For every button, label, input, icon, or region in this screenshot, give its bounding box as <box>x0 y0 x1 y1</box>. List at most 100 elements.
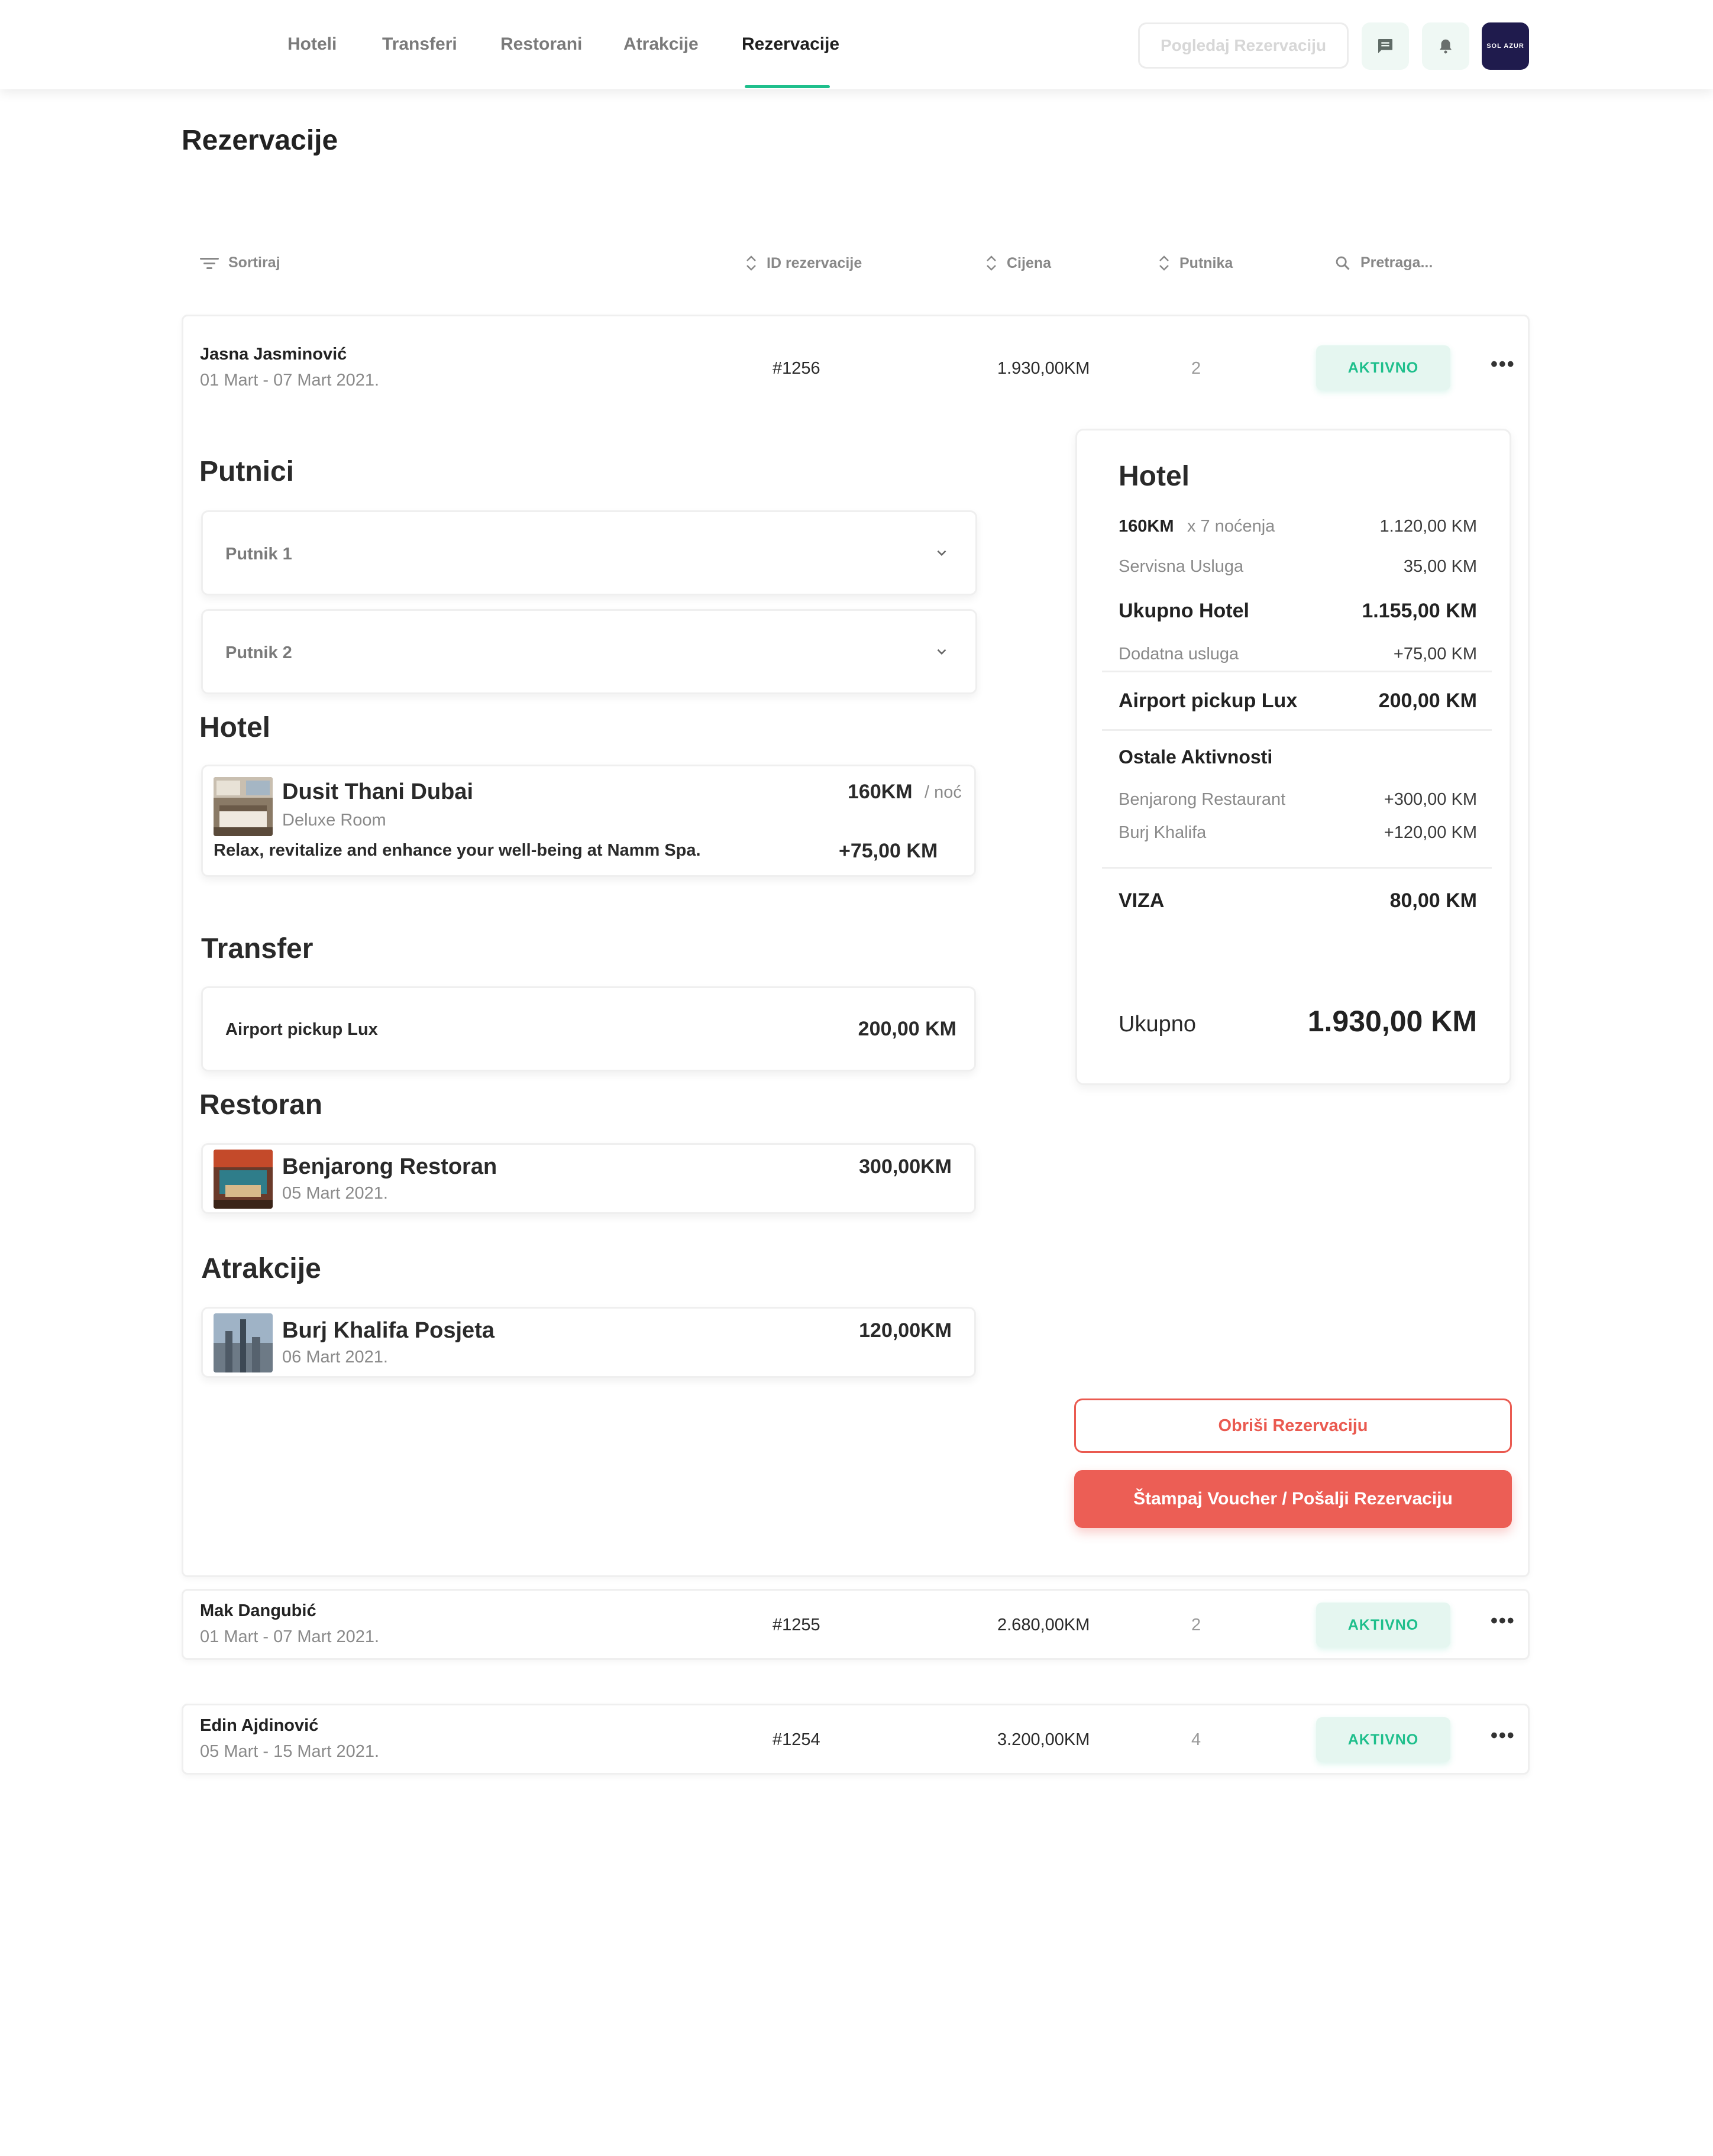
status-badge: AKTIVNO <box>1316 345 1450 390</box>
attractions-title: Atrakcije <box>201 1253 321 1284</box>
summary-title: Hotel <box>1119 461 1190 492</box>
reservation-price: 1.930,00KM <box>997 359 1090 378</box>
summary-rate-total: 1.120,00 KM <box>1379 517 1477 536</box>
nav-tab-restorani[interactable]: Restorani <box>500 34 582 54</box>
other-activity-label: Burj Khalifa <box>1119 823 1207 842</box>
restaurant-card[interactable]: Benjarong Restoran 05 Mart 2021. 300,00K… <box>201 1143 976 1214</box>
chat-icon <box>1378 39 1392 53</box>
summary-extra-row: Dodatna usluga +75,00 KM <box>1119 645 1477 664</box>
reservation-dates: 01 Mart - 07 Mart 2021. <box>200 371 380 390</box>
restaurant-title: Restoran <box>199 1089 323 1121</box>
search-placeholder: Pretraga... <box>1360 254 1433 271</box>
restaurant-date: 05 Mart 2021. <box>282 1184 388 1203</box>
room-type: Deluxe Room <box>282 811 386 830</box>
more-options-icon[interactable]: ••• <box>1491 1610 1515 1633</box>
price-summary-panel: Hotel 160KM x 7 noćenja 1.120,00 KM Serv… <box>1075 429 1511 1085</box>
attraction-price: 120,00KM <box>859 1319 952 1342</box>
status-badge: AKTIVNO <box>1316 1603 1450 1647</box>
hotel-extra-price: +75,00 KM <box>839 840 938 862</box>
chevron-down-icon <box>937 550 946 556</box>
passenger-accordion[interactable]: Putnik 2 <box>201 609 977 694</box>
summary-total-row: Ukupno 1.930,00 KM <box>1119 1004 1477 1038</box>
per-night-label: / noć <box>925 783 962 802</box>
hotel-total-value: 1.155,00 KM <box>1362 600 1477 622</box>
summary-other-row: Benjarong Restaurant +300,00 KM <box>1119 790 1477 810</box>
nav-tab-atrakcije[interactable]: Atrakcije <box>623 34 699 54</box>
hotel-name: Dusit Thani Dubai <box>282 779 473 804</box>
divider <box>1102 867 1492 869</box>
total-value: 1.930,00 KM <box>1307 1005 1477 1038</box>
more-options-icon[interactable]: ••• <box>1491 1724 1515 1747</box>
status-badge: AKTIVNO <box>1316 1717 1450 1762</box>
price-column-header[interactable]: Cijena <box>985 254 1051 272</box>
reservation-dates: 01 Mart - 07 Mart 2021. <box>200 1627 380 1646</box>
passenger-accordion[interactable]: Putnik 1 <box>201 510 977 595</box>
reservation-row[interactable]: Mak Dangubić 01 Mart - 07 Mart 2021. #12… <box>182 1589 1530 1660</box>
other-activity-label: Benjarong Restaurant <box>1119 790 1286 809</box>
reservation-price: 3.200,00KM <box>997 1730 1090 1749</box>
nav-tab-rezervacije[interactable]: Rezervacije <box>742 34 839 54</box>
print-voucher-button[interactable]: Štampaj Voucher / Pošalji Rezervaciju <box>1074 1470 1512 1528</box>
id-column-label: ID rezervacije <box>767 254 862 271</box>
divider <box>1102 729 1492 731</box>
summary-rate: 160KM <box>1119 517 1174 536</box>
guest-name: Edin Ajdinović <box>200 1716 319 1735</box>
summary-other-title-row: Ostale Aktivnosti <box>1119 746 1477 768</box>
reservation-id: #1254 <box>773 1730 820 1749</box>
view-reservation-button[interactable]: Pogledaj Rezervaciju <box>1138 22 1349 69</box>
hotel-extra-service: Relax, revitalize and enhance your well-… <box>214 841 701 860</box>
visa-value: 80,00 KM <box>1389 889 1477 912</box>
sort-arrows-icon <box>987 255 996 271</box>
nav-tab-transferi[interactable]: Transferi <box>382 34 457 54</box>
attraction-image <box>214 1313 273 1372</box>
summary-transfer-row: Airport pickup Lux 200,00 KM <box>1119 689 1477 713</box>
company-avatar[interactable]: SOL AZUR <box>1482 22 1529 70</box>
guests-column-label: Putnika <box>1179 254 1233 271</box>
reservation-row[interactable]: Edin Ajdinović 05 Mart - 15 Mart 2021. #… <box>182 1704 1530 1775</box>
sort-icon <box>200 257 219 269</box>
other-activities-title: Ostale Aktivnosti <box>1119 746 1273 768</box>
extra-value: +75,00 KM <box>1393 645 1477 663</box>
sort-arrows-icon <box>746 255 756 271</box>
sort-control[interactable]: Sortiraj <box>200 254 280 271</box>
notifications-button[interactable] <box>1422 22 1469 70</box>
other-activity-value: +300,00 KM <box>1384 790 1477 809</box>
search-icon <box>1336 256 1350 270</box>
transfer-label: Airport pickup Lux <box>1119 689 1298 712</box>
guest-name: Mak Dangubić <box>200 1601 316 1620</box>
reservation-dates: 05 Mart - 15 Mart 2021. <box>200 1742 380 1761</box>
summary-rate-row: 160KM x 7 noćenja 1.120,00 KM <box>1119 517 1477 536</box>
chevron-down-icon <box>937 649 946 655</box>
guest-count: 2 <box>1191 359 1201 378</box>
restaurant-image <box>214 1150 273 1209</box>
transfer-card[interactable]: Airport pickup Lux 200,00 KM <box>201 986 976 1071</box>
service-label: Servisna Usluga <box>1119 557 1244 576</box>
attraction-name: Burj Khalifa Posjeta <box>282 1318 494 1343</box>
messages-button[interactable] <box>1362 22 1409 70</box>
passengers-title: Putnici <box>199 456 295 487</box>
summary-hotel-total-row: Ukupno Hotel 1.155,00 KM <box>1119 600 1477 623</box>
reservation-id: #1255 <box>773 1616 820 1634</box>
extra-label: Dodatna usluga <box>1119 645 1239 663</box>
summary-service-row: Servisna Usluga 35,00 KM <box>1119 557 1477 577</box>
passenger-label: Putnik 1 <box>225 545 292 564</box>
hotel-total-label: Ukupno Hotel <box>1119 600 1249 622</box>
id-column-header[interactable]: ID rezervacije <box>745 254 862 272</box>
hotel-card[interactable]: Dusit Thani Dubai Deluxe Room 160KM / no… <box>201 765 976 877</box>
passenger-label: Putnik 2 <box>225 643 292 662</box>
nav-tab-hoteli[interactable]: Hoteli <box>287 34 337 54</box>
visa-label: VIZA <box>1119 889 1165 912</box>
more-options-icon[interactable]: ••• <box>1491 353 1515 376</box>
top-navigation: Hoteli Transferi Restorani Atrakcije Rez… <box>0 0 1713 89</box>
transfer-price: 200,00 KM <box>858 1018 956 1040</box>
guest-count: 4 <box>1191 1730 1201 1749</box>
summary-visa-row: VIZA 80,00 KM <box>1119 889 1477 912</box>
search-control[interactable]: Pretraga... <box>1334 254 1433 271</box>
sort-arrows-icon <box>1159 255 1169 271</box>
guests-column-header[interactable]: Putnika <box>1158 254 1233 272</box>
bell-icon <box>1440 39 1452 54</box>
attraction-card[interactable]: Burj Khalifa Posjeta 06 Mart 2021. 120,0… <box>201 1307 976 1378</box>
delete-reservation-button[interactable]: Obriši Rezervaciju <box>1074 1399 1512 1453</box>
total-label: Ukupno <box>1119 1012 1196 1037</box>
active-tab-indicator <box>745 85 830 88</box>
